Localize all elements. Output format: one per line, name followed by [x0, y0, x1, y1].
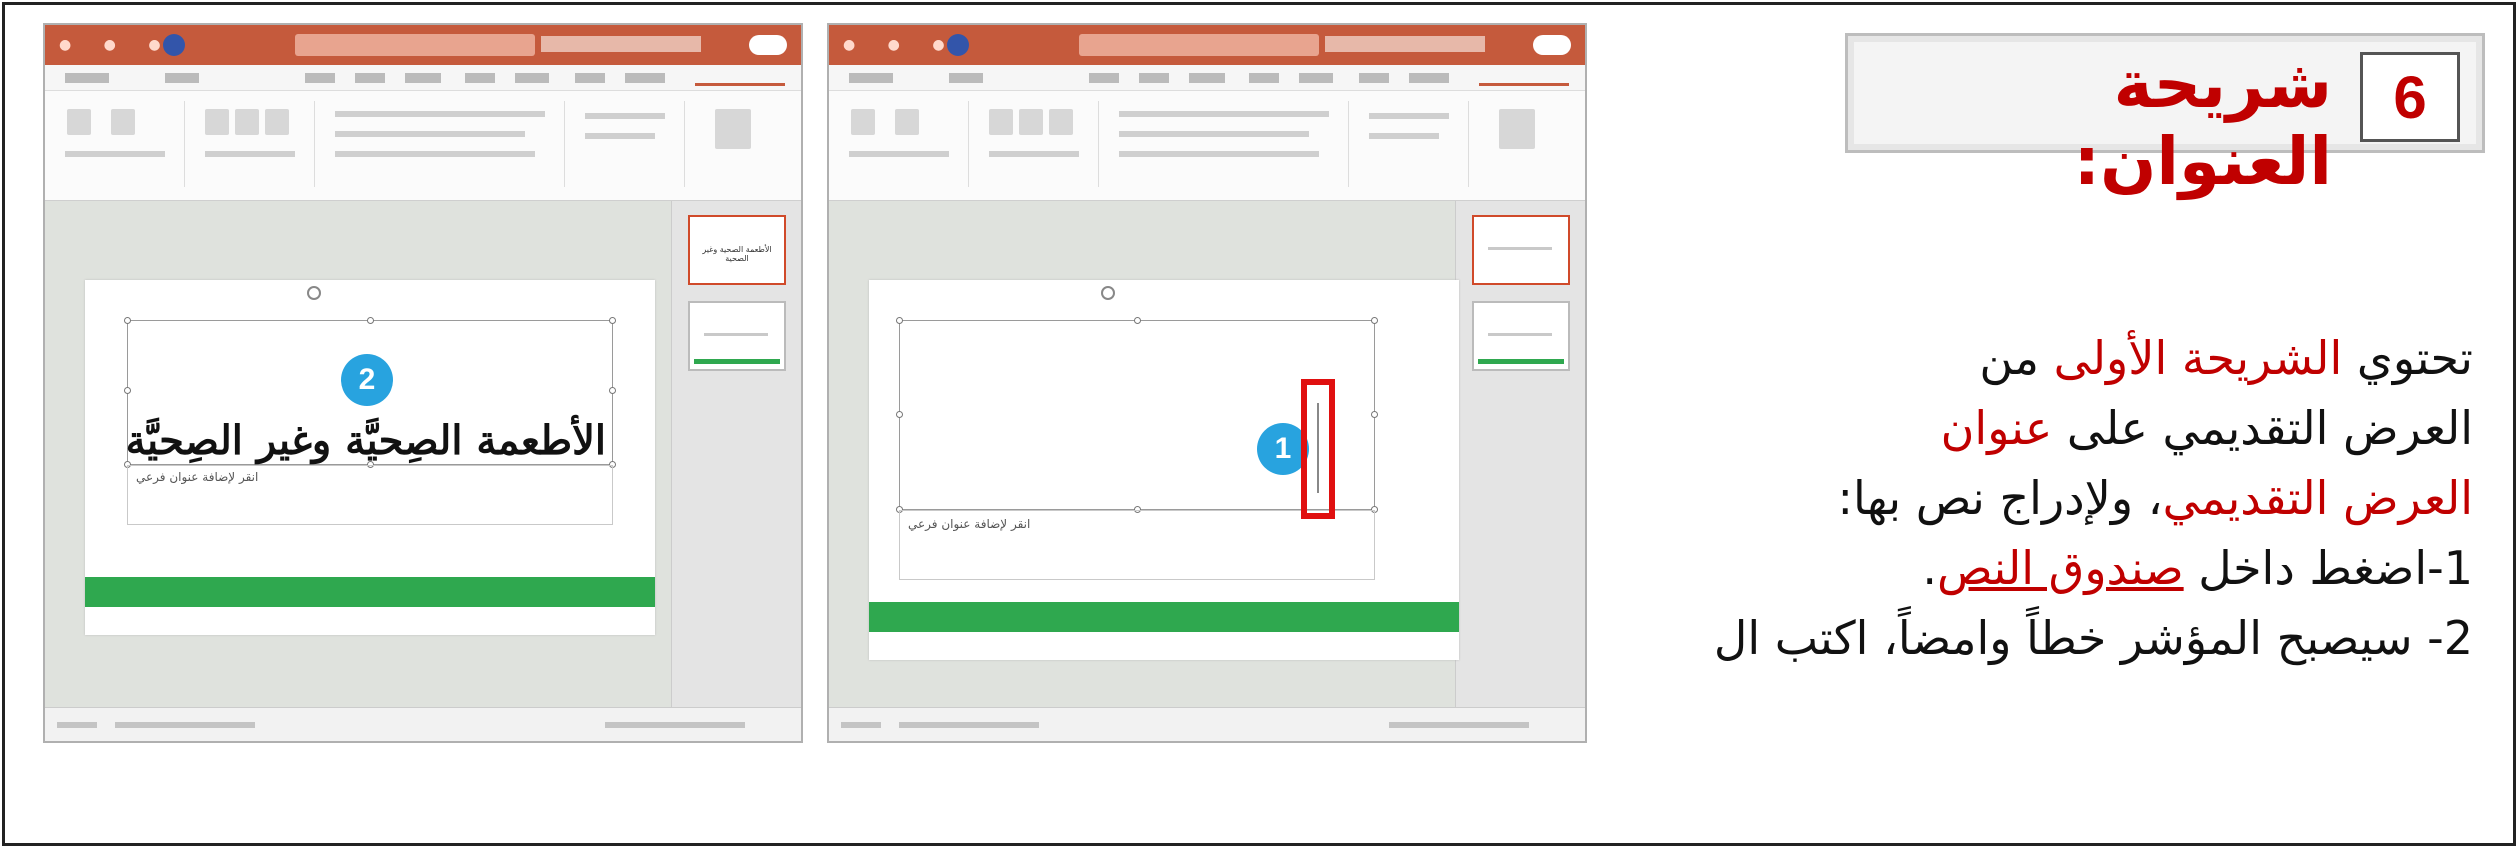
lesson-text: تحتوي الشريحة الأولى من العرض التقديمي ع…	[1533, 323, 2473, 673]
slide-green-bar	[85, 577, 655, 607]
rotate-handle[interactable]	[1101, 286, 1115, 300]
slide-green-bar	[869, 602, 1459, 632]
tab-home[interactable]	[1479, 70, 1569, 86]
text-line-3: العرض التقديمي، ولإدراج نص بها:	[1837, 471, 2473, 525]
page-frame: ● ● ● الأطعمة الصحية وغير الصحية الأطعمة…	[2, 2, 2516, 846]
marker-pin-icon: 2	[341, 354, 393, 406]
slide[interactable]: انقر لإضافة عنوان فرعي	[869, 280, 1459, 660]
text-line-1: تحتوي الشريحة الأولى من	[1979, 331, 2473, 385]
window-title	[1325, 36, 1485, 52]
ribbon-tabs	[829, 65, 1585, 91]
search-input[interactable]	[1079, 34, 1319, 56]
avatar	[163, 34, 185, 56]
statusbar	[829, 707, 1585, 741]
ribbon-tabs	[45, 65, 801, 91]
autosave-toggle[interactable]	[749, 35, 787, 55]
autosave-toggle[interactable]	[1533, 35, 1571, 55]
section-heading: 6 شريحة العنوان:	[1845, 33, 2485, 200]
app-titlebar: ● ● ●	[45, 25, 801, 65]
statusbar	[45, 707, 801, 741]
slide-title: الأطعمة الصِحيَّة وغير الصِحيَّة	[125, 417, 606, 464]
thumbnail-slide-1[interactable]: الأطعمة الصحية وغير الصحية	[688, 215, 786, 285]
screenshot-click-textbox: ● ● ● انقر لإضافة عنوان فرعي 1	[827, 23, 1587, 743]
search-input[interactable]	[295, 34, 535, 56]
thumbnail-slide-2[interactable]	[688, 301, 786, 371]
cursor-highlight-icon	[1301, 379, 1335, 519]
app-titlebar: ● ● ●	[829, 25, 1585, 65]
thumbnail-slide-1[interactable]	[1472, 215, 1570, 285]
text-cursor	[1317, 403, 1319, 493]
ribbon-toolbar	[829, 91, 1585, 201]
section-number: 6	[2360, 52, 2460, 142]
screenshot-title-typed: ● ● ● الأطعمة الصحية وغير الصحية الأطعمة…	[43, 23, 803, 743]
scrollbar[interactable]	[49, 211, 57, 691]
text-line-2: العرض التقديمي على عنوان	[1940, 401, 2473, 455]
window-controls: ● ● ●	[59, 37, 175, 53]
window-title	[541, 36, 701, 52]
avatar	[947, 34, 969, 56]
subtitle-placeholder[interactable]: انقر لإضافة عنوان فرعي	[899, 510, 1375, 580]
section-title: شريحة العنوان:	[2073, 46, 2332, 200]
tab-home[interactable]	[695, 70, 785, 86]
slide-thumbnails: الأطعمة الصحية وغير الصحية	[671, 201, 801, 711]
subtitle-placeholder[interactable]: انقر لإضافة عنوان فرعي	[127, 465, 613, 525]
thumbnail-title: الأطعمة الصحية وغير الصحية	[702, 245, 772, 263]
rotate-handle[interactable]	[307, 286, 321, 300]
window-controls: ● ● ●	[843, 37, 959, 53]
step-2: 2- سيصبح المؤشر خطاً وامضاً، اكتب ال	[1713, 611, 2473, 665]
step-1: 1-اضغط داخل صندوق النص.	[1922, 541, 2473, 595]
ribbon-toolbar	[45, 91, 801, 201]
slide[interactable]: الأطعمة الصِحيَّة وغير الصِحيَّة انقر لإ…	[85, 280, 655, 635]
scrollbar[interactable]	[833, 211, 841, 691]
